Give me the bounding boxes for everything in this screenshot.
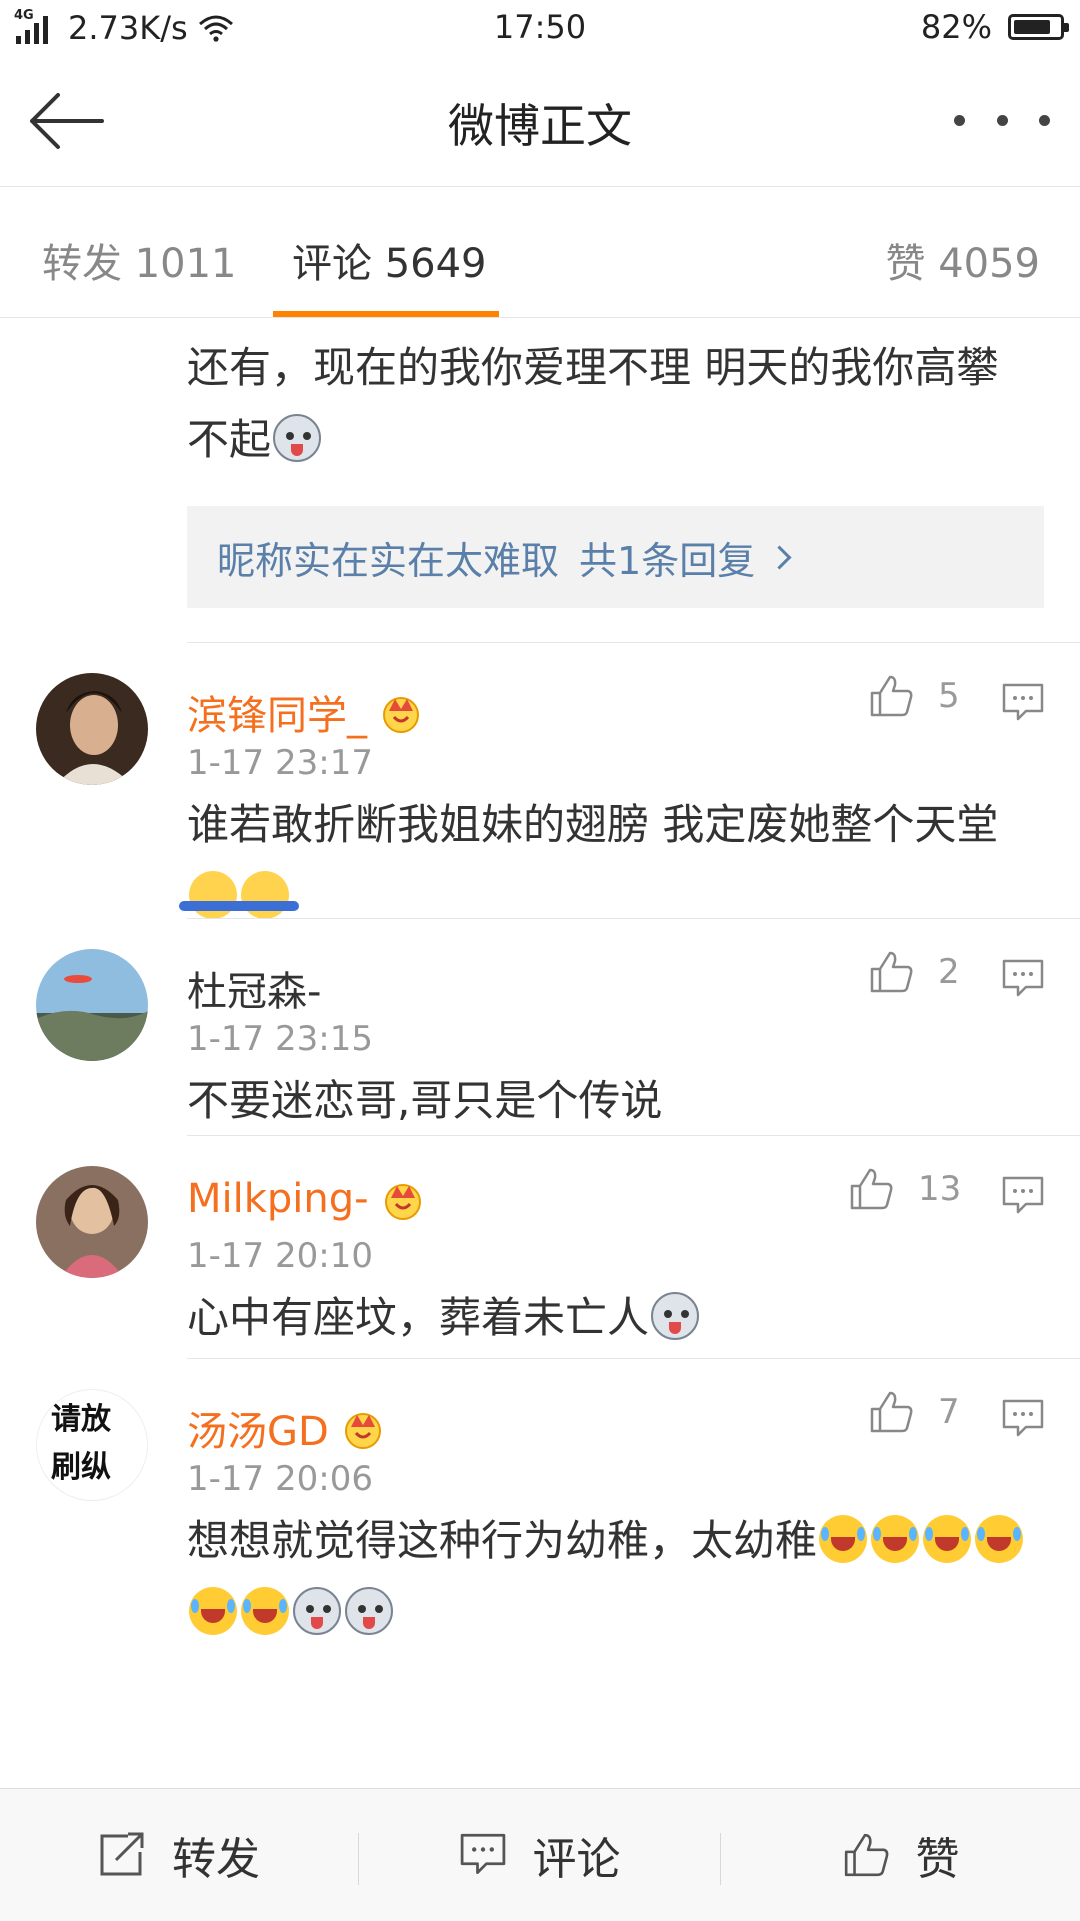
chevron-right-icon xyxy=(767,544,792,570)
username-text[interactable]: 杜冠森- xyxy=(187,959,321,1017)
comment-button[interactable]: 评论 xyxy=(359,1789,720,1921)
reply-user[interactable]: 昵称实在实在太难取 xyxy=(217,530,559,585)
comment-text: 谁若敢折断我姐妹的翅膀 我定废她整个天堂 xyxy=(179,789,1027,933)
bottom-action-bar: 转发 评论 赞 xyxy=(0,1788,1080,1921)
comment-text: 还有，现在的我你爱理不理 明天的我你高攀不起 xyxy=(187,343,999,464)
username[interactable]: 滨锋同学_ xyxy=(187,683,423,741)
like-button[interactable]: 13 xyxy=(848,1166,961,1212)
laugh-cry-emoji-icon xyxy=(819,1515,868,1563)
husky-emoji-icon xyxy=(293,1587,341,1635)
battery-icon xyxy=(1008,14,1069,40)
reply-comment-icon[interactable] xyxy=(1002,1399,1044,1439)
repost-label[interactable]: 转发 xyxy=(172,1823,260,1887)
comment-item: Milkping- 1-17 20:10 13 心中有座坟，葬着未亡人 xyxy=(0,1136,1080,1358)
status-bar: 4G 2.73K/s 17:50 82% xyxy=(0,0,1080,58)
thumbs-up-icon xyxy=(870,675,913,717)
comment-time: 1-17 23:15 xyxy=(187,1019,373,1059)
vip-crown-icon xyxy=(383,697,419,733)
nav-bar: 微博正文 xyxy=(0,58,1080,187)
username[interactable]: 汤汤GD xyxy=(187,1399,385,1457)
like-count: 13 xyxy=(918,1169,962,1209)
vip-crown-icon xyxy=(384,1184,421,1220)
page-title: 微博正文 xyxy=(448,99,632,153)
username[interactable]: 杜冠森- xyxy=(187,959,321,1017)
laugh-cry-emoji-icon xyxy=(871,1515,920,1563)
more-options-icon[interactable] xyxy=(954,108,1050,132)
comment-text: 不要迷恋哥,哥只是个传说 xyxy=(187,1076,663,1125)
comment-item: 还有，现在的我你爱理不理 明天的我你高攀不起 昵称实在实在太难取 共1条回复 xyxy=(0,318,1080,644)
comment-time: 1-17 20:06 xyxy=(187,1459,373,1499)
vip-crown-icon xyxy=(344,1413,381,1449)
thumbs-up-icon xyxy=(850,1168,893,1210)
like-bottom-button[interactable]: 赞 xyxy=(721,1789,1080,1921)
avatar-text: 请放 刷纵 xyxy=(51,1402,111,1485)
tab-bar: 转发 1011 评论 5649 赞 4059 xyxy=(0,187,1080,318)
husky-emoji-icon xyxy=(345,1587,393,1635)
thumbs-up-icon xyxy=(870,951,913,993)
reply-comment-icon[interactable] xyxy=(1002,683,1044,723)
reply-comment-icon[interactable] xyxy=(1002,959,1044,999)
like-count: 7 xyxy=(938,1392,960,1432)
reply-comment-icon[interactable] xyxy=(1002,1176,1044,1216)
avatar[interactable]: 请放 刷纵 xyxy=(36,1389,148,1501)
avatar[interactable] xyxy=(36,949,148,1061)
husky-emoji-icon xyxy=(651,1292,700,1340)
reply-preview[interactable]: 昵称实在实在太难取 共1条回复 xyxy=(187,506,1044,608)
laugh-cry-emoji-icon xyxy=(923,1515,972,1563)
status-time: 17:50 xyxy=(493,8,587,46)
repost-button[interactable]: 转发 xyxy=(0,1789,358,1921)
like-button[interactable]: 2 xyxy=(868,949,960,995)
shrug-emoji-icon xyxy=(231,871,299,919)
like-button[interactable]: 7 xyxy=(868,1389,960,1435)
comment-item: 杜冠森- 1-17 23:15 2 不要迷恋哥,哥只是个传说 xyxy=(0,919,1080,1135)
username-text[interactable]: 滨锋同学_ xyxy=(187,683,367,741)
comment-time: 1-17 20:10 xyxy=(187,1236,373,1276)
thumbs-up-icon xyxy=(844,1833,888,1877)
comment-text: 想想就觉得这种行为幼稚，太幼稚 xyxy=(187,1505,1027,1649)
repost-icon xyxy=(100,1832,144,1876)
comment-item: 滨锋同学_ 1-17 23:17 5 谁若敢折断我姐妹的翅膀 我定废她整个天堂 xyxy=(0,643,1080,919)
like-count: 2 xyxy=(938,952,960,992)
like-button[interactable]: 5 xyxy=(868,673,960,719)
username-text[interactable]: Milkping- xyxy=(187,1176,369,1222)
battery-percent: 82% xyxy=(920,8,992,46)
reply-count[interactable]: 共1条回复 xyxy=(579,530,755,585)
laugh-cry-emoji-icon xyxy=(189,1587,237,1635)
husky-emoji-icon xyxy=(273,414,322,462)
comment-item: 请放 刷纵 汤汤GD 1-17 20:06 7 想想就觉得这种行为幼稚，太幼稚 xyxy=(0,1359,1080,1788)
tab-repost[interactable]: 转发 1011 xyxy=(42,231,237,289)
active-tab-indicator xyxy=(273,311,499,317)
comment-time: 1-17 23:17 xyxy=(187,743,373,783)
like-count: 5 xyxy=(938,676,960,716)
laugh-cry-emoji-icon xyxy=(975,1515,1024,1563)
username-text[interactable]: 汤汤GD xyxy=(187,1399,329,1457)
comment-icon xyxy=(460,1833,505,1874)
shrug-emoji-icon xyxy=(179,871,247,919)
battery-level xyxy=(1014,20,1050,34)
avatar[interactable] xyxy=(36,673,148,785)
tab-likes[interactable]: 赞 4059 xyxy=(885,231,1040,289)
comment-text: 心中有座坟，葬着未亡人 xyxy=(187,1282,1027,1354)
status-right: 82% xyxy=(920,8,1069,46)
avatar[interactable] xyxy=(36,1166,148,1278)
thumbs-up-icon xyxy=(870,1391,913,1433)
comment-label[interactable]: 评论 xyxy=(533,1823,621,1887)
laugh-cry-emoji-icon xyxy=(241,1587,289,1635)
like-label[interactable]: 赞 xyxy=(916,1823,960,1887)
username[interactable]: Milkping- xyxy=(187,1176,425,1222)
tab-comments[interactable]: 评论 5649 xyxy=(292,231,487,289)
comment-list[interactable]: 还有，现在的我你爱理不理 明天的我你高攀不起 昵称实在实在太难取 共1条回复 滨… xyxy=(0,318,1080,1788)
